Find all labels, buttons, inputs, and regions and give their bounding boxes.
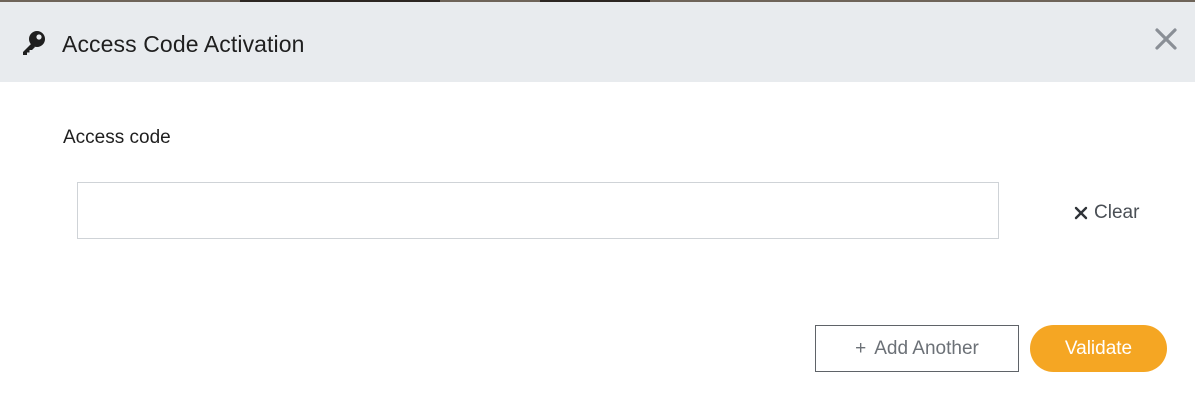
dialog-header: Access Code Activation xyxy=(0,2,1195,82)
add-another-button[interactable]: + Add Another xyxy=(815,325,1019,372)
validate-button[interactable]: Validate xyxy=(1030,325,1167,372)
plus-icon: + xyxy=(855,337,867,359)
dialog-title: Access Code Activation xyxy=(62,31,305,57)
add-another-label: Add Another xyxy=(874,337,979,359)
clear-x-icon xyxy=(1074,206,1088,220)
access-code-dialog: Access Code Activation Access code Clear… xyxy=(0,0,1195,408)
clear-button[interactable]: Clear xyxy=(1074,200,1139,226)
access-code-input[interactable] xyxy=(77,182,999,239)
clear-label: Clear xyxy=(1094,202,1140,223)
close-icon[interactable] xyxy=(1153,26,1179,52)
key-icon xyxy=(23,31,45,55)
access-code-label: Access code xyxy=(63,127,171,148)
